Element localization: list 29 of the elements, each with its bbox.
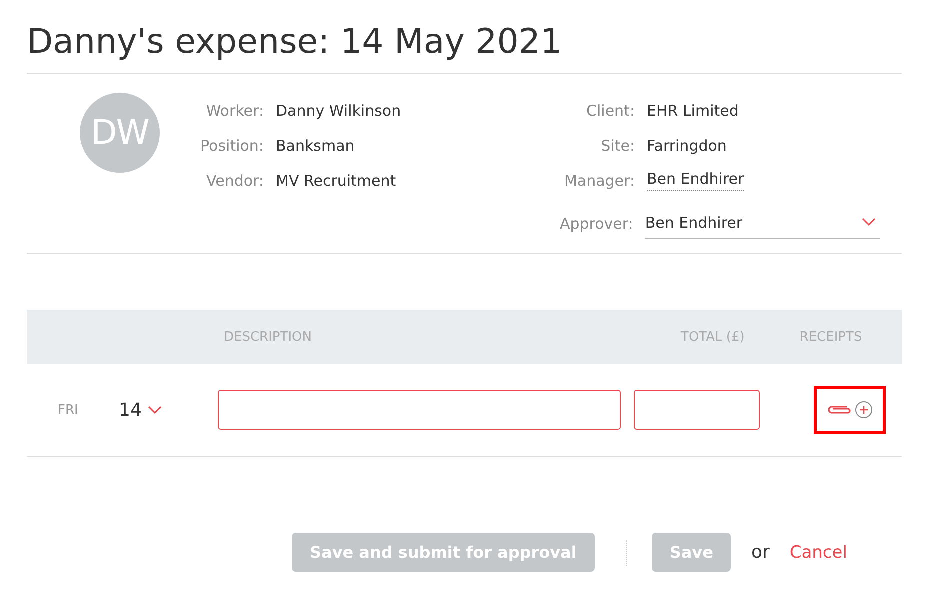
field-label: Manager: bbox=[563, 172, 636, 190]
field-value: Danny Wilkinson bbox=[276, 102, 402, 120]
add-icon[interactable] bbox=[855, 401, 873, 419]
field-label: Approver: bbox=[558, 215, 634, 233]
date-select[interactable]: 14 bbox=[119, 400, 218, 420]
manager-link[interactable]: Ben Endhirer bbox=[647, 170, 744, 191]
field-label: Position: bbox=[200, 136, 265, 154]
chevron-down-icon bbox=[148, 406, 162, 414]
page-title: Danny's expense: 14 May 2021 bbox=[27, 21, 564, 64]
paperclip-icon[interactable] bbox=[827, 405, 851, 415]
field-value: Banksman bbox=[276, 136, 355, 154]
chevron-down-icon bbox=[862, 218, 876, 227]
cancel-link[interactable]: Cancel bbox=[790, 542, 848, 562]
day-label: FRI bbox=[58, 402, 80, 418]
field-value: MV Recruitment bbox=[276, 172, 396, 190]
avatar: DW bbox=[80, 93, 160, 173]
column-header: RECEIPTS bbox=[800, 330, 862, 344]
field-label: Client: bbox=[586, 102, 636, 120]
field-value: EHR Limited bbox=[647, 102, 739, 120]
total-field[interactable] bbox=[634, 390, 760, 430]
or-text: or bbox=[751, 542, 770, 563]
approver-select[interactable]: Ben Endhirer bbox=[645, 210, 880, 238]
column-header: TOTAL (£) bbox=[681, 330, 745, 344]
field-label: Vendor: bbox=[206, 172, 265, 190]
field-label: Worker: bbox=[205, 102, 265, 120]
field-value: Farringdon bbox=[647, 136, 727, 154]
field-label: Site: bbox=[600, 136, 636, 154]
column-header: DESCRIPTION bbox=[224, 330, 312, 344]
description-field[interactable] bbox=[218, 390, 621, 430]
